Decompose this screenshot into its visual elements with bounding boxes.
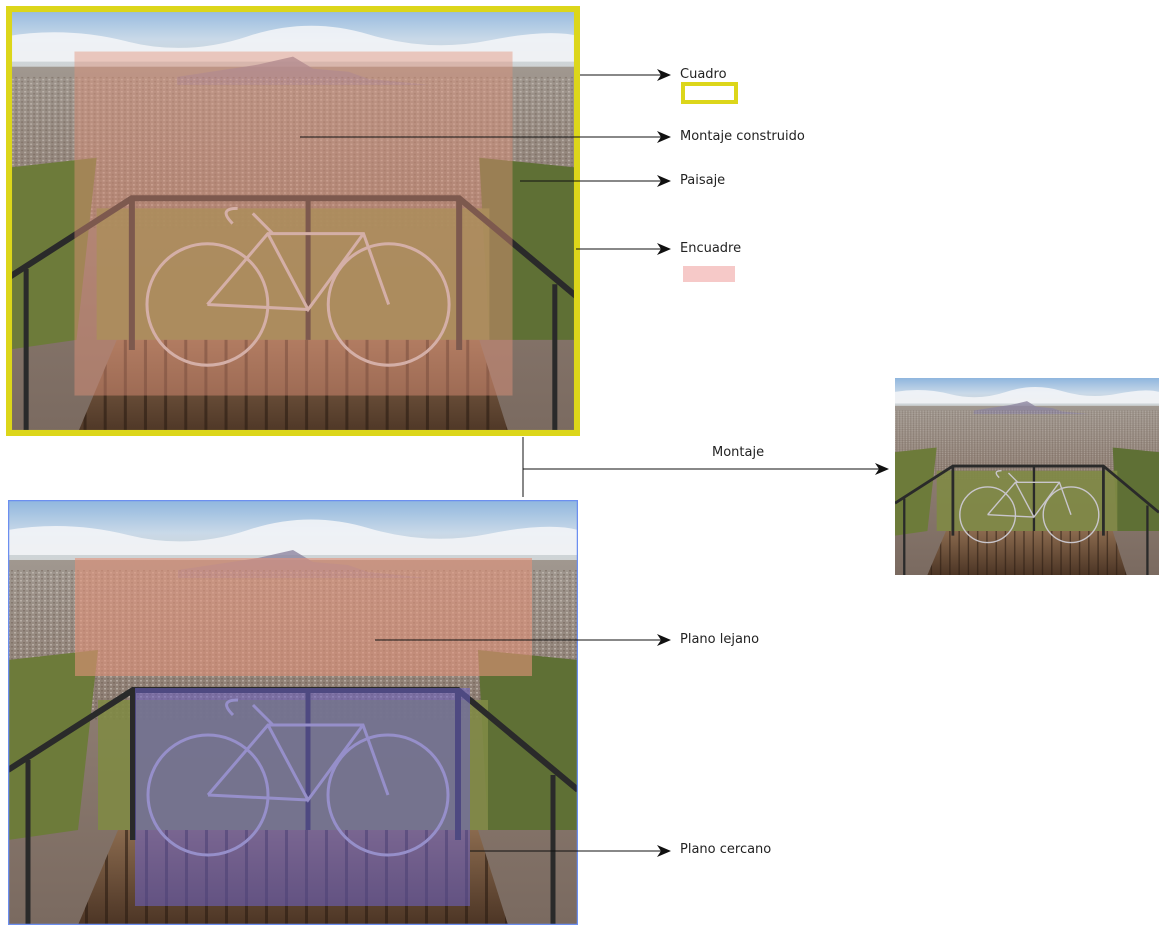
connector-lines	[300, 69, 889, 857]
cuadro-swatch	[681, 82, 738, 104]
label-paisaje: Paisaje	[680, 173, 726, 188]
encuadre-swatch	[683, 266, 735, 282]
label-montaje: Montaje	[712, 445, 765, 460]
label-cuadro: Cuadro	[680, 67, 727, 82]
label-montaje-construido: Montaje construido	[680, 129, 805, 144]
label-plano-lejano: Plano lejano	[680, 632, 760, 647]
label-encuadre: Encuadre	[680, 241, 742, 256]
label-plano-cercano: Plano cercano	[680, 842, 772, 857]
